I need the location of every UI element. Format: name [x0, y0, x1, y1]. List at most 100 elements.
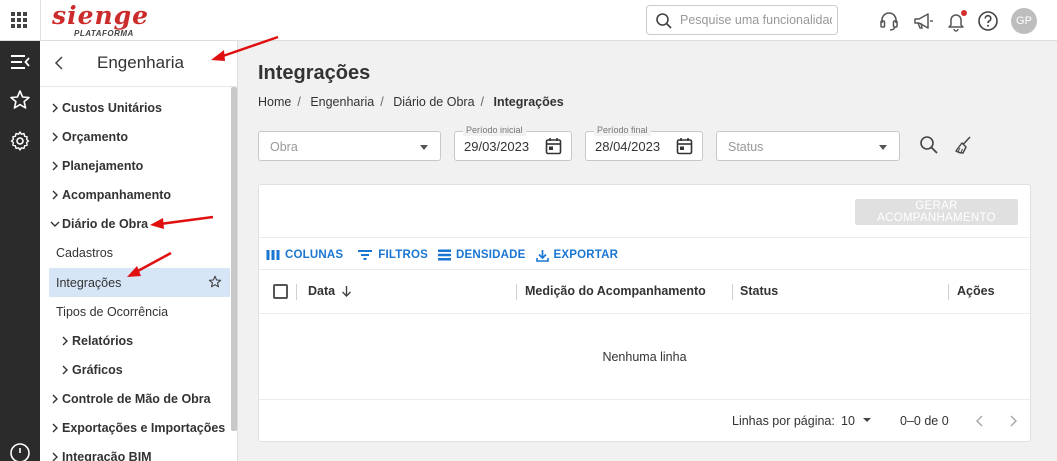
chevron-left-icon[interactable] — [52, 55, 68, 71]
nav-item-orcamento[interactable]: Orçamento — [40, 122, 230, 151]
filters-button[interactable]: FILTROS — [357, 249, 428, 261]
breadcrumb-separator: / — [297, 95, 301, 109]
calendar-icon[interactable] — [545, 137, 562, 155]
nav-item-label: Diário de Obra — [62, 216, 149, 231]
nav-item-controle-mao-de-obra[interactable]: Controle de Mão de Obra — [40, 384, 230, 413]
density-button[interactable]: DENSIDADE — [438, 249, 526, 261]
bell-icon[interactable] — [945, 10, 967, 32]
caret-down-icon — [863, 418, 872, 422]
breadcrumb-diario-de-obra[interactable]: Diário de Obra — [393, 95, 474, 109]
nav-item-diario-de-obra[interactable]: Diário de Obra — [40, 209, 230, 238]
rows-per-page-select[interactable]: 10 — [841, 414, 872, 428]
favorite-star-icon[interactable] — [208, 275, 222, 289]
nav-item-acompanhamento[interactable]: Acompanhamento — [40, 180, 230, 209]
column-header-acoes[interactable]: Ações — [957, 284, 995, 298]
column-separator — [516, 284, 517, 300]
breadcrumb-current: Integrações — [493, 95, 564, 109]
calendar-icon[interactable] — [676, 137, 693, 155]
end-date-field[interactable]: Período final 28/04/2023 — [585, 124, 703, 161]
top-bar: sienge PLATAFORMA Pesquise uma funcional… — [0, 0, 1057, 41]
history-icon[interactable] — [8, 441, 32, 461]
integrations-grid: GERAR ACOMPANHAMENTO COLUNAS FILTROS DEN… — [258, 184, 1031, 442]
select-all-checkbox[interactable] — [273, 284, 288, 299]
user-avatar[interactable]: GP — [1011, 8, 1037, 34]
column-separator — [732, 284, 733, 300]
nav-item-label: Gráficos — [72, 362, 123, 377]
nav-item-tipos-de-ocorrencia[interactable]: Tipos de Ocorrência — [40, 297, 230, 326]
collapse-menu-icon[interactable] — [8, 50, 32, 74]
chevron-right-icon — [52, 132, 58, 141]
brand-divider — [40, 0, 41, 41]
nav-item-planejamento[interactable]: Planejamento — [40, 151, 230, 180]
chevron-right-icon — [52, 423, 58, 432]
nav-item-relatorios[interactable]: Relatórios — [40, 326, 230, 355]
columns-button[interactable]: COLUNAS — [266, 249, 343, 261]
chevron-left-icon — [975, 415, 983, 427]
density-icon — [438, 249, 452, 261]
rows-per-page-value: 10 — [841, 414, 855, 428]
grid-footer-divider — [259, 399, 1030, 400]
download-icon — [535, 249, 549, 262]
nav-item-exportacoes-importacoes[interactable]: Exportações e Importações — [40, 413, 230, 442]
logo-subtitle: PLATAFORMA — [74, 29, 134, 38]
nav-item-label: Cadastros — [56, 245, 113, 260]
clear-filters-button[interactable] — [952, 134, 974, 156]
logo-text: sienge — [52, 1, 150, 30]
search-filter-button[interactable] — [918, 134, 940, 156]
columns-label: COLUNAS — [285, 249, 344, 261]
column-separator — [296, 284, 297, 300]
chevron-right-icon — [52, 452, 58, 461]
nav-item-label: Orçamento — [62, 129, 128, 144]
apps-grid-icon[interactable] — [11, 12, 27, 28]
nav-item-cadastros[interactable]: Cadastros — [40, 238, 230, 267]
nav-item-graficos[interactable]: Gráficos — [40, 355, 230, 384]
column-header-label: Data — [308, 284, 336, 298]
start-date-field[interactable]: Período inicial 29/03/2023 — [454, 124, 572, 161]
feature-search-input[interactable] — [680, 12, 832, 28]
nav-item-integracao-bim[interactable]: Integração BIM — [40, 442, 230, 461]
gear-icon[interactable] — [8, 129, 32, 153]
favorites-star-icon[interactable] — [8, 88, 32, 112]
divider — [259, 237, 1030, 238]
previous-page-button[interactable] — [972, 413, 988, 429]
page-title: Integrações — [258, 62, 371, 84]
nav-item-label: Relatórios — [72, 333, 134, 348]
grid-toolbar: COLUNAS FILTROS DENSIDADE EXPORTAR — [266, 247, 628, 263]
breadcrumb-engenharia[interactable]: Engenharia — [310, 95, 374, 109]
column-header-status[interactable]: Status — [740, 284, 778, 298]
chevron-right-icon — [62, 336, 68, 345]
breadcrumb-separator: / — [480, 95, 485, 109]
nav-item-label: Integração BIM — [62, 449, 152, 461]
nav-item-label: Acompanhamento — [62, 187, 172, 202]
broom-icon — [955, 136, 971, 154]
empty-grid-message: Nenhuma linha — [602, 350, 687, 364]
nav-item-label: Exportações e Importações — [62, 420, 226, 435]
chevron-right-icon — [1010, 415, 1018, 427]
caret-down-icon — [879, 145, 887, 150]
generate-acompanhamento-button[interactable]: GERAR ACOMPANHAMENTO — [855, 199, 1018, 225]
start-date-value: 29/03/2023 — [464, 139, 530, 154]
help-icon[interactable] — [977, 10, 999, 32]
obra-select[interactable]: Obra — [258, 131, 441, 161]
megaphone-icon[interactable] — [912, 10, 934, 32]
nav-item-integracoes[interactable]: Integrações — [49, 268, 230, 297]
nav-header: Engenharia — [40, 41, 237, 87]
nav-item-custos-unitarios[interactable]: Custos Unitários — [40, 93, 230, 122]
status-select[interactable]: Status — [716, 131, 900, 161]
export-button[interactable]: EXPORTAR — [535, 249, 619, 262]
filter-list-icon — [358, 250, 373, 260]
nav-item-label: Custos Unitários — [62, 100, 163, 115]
breadcrumb: Home / Engenharia / Diário de Obra / Integr… — [258, 95, 570, 109]
feature-search — [646, 5, 838, 35]
sienge-logo[interactable]: sienge PLATAFORMA — [52, 2, 148, 40]
next-page-button[interactable] — [1005, 413, 1021, 429]
search-icon — [656, 13, 672, 29]
column-separator — [948, 284, 949, 300]
nav-scrollbar[interactable] — [231, 87, 237, 431]
headset-support-icon[interactable] — [878, 10, 900, 32]
density-label: DENSIDADE — [456, 249, 526, 261]
column-header-data[interactable]: Data — [308, 284, 352, 298]
columns-icon — [266, 250, 280, 260]
column-header-medicao[interactable]: Medição do Acompanhamento — [525, 284, 706, 298]
breadcrumb-home[interactable]: Home — [258, 95, 291, 109]
